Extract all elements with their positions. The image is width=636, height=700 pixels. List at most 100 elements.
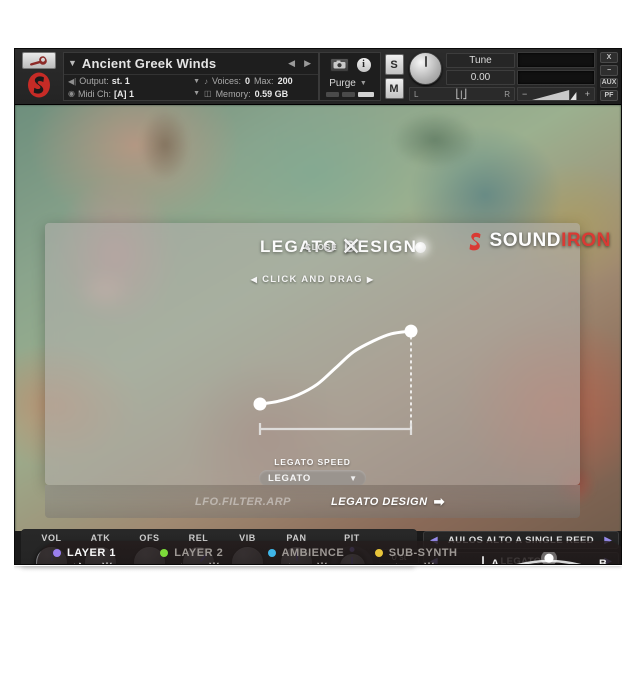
legato-link-icon[interactable] bbox=[421, 561, 441, 564]
utility-icon-row: i bbox=[329, 53, 371, 76]
solo-mute-column: S M bbox=[381, 49, 407, 104]
close-window-button[interactable]: X bbox=[600, 52, 618, 63]
legato-curve-editor[interactable] bbox=[45, 223, 580, 485]
activity-bar bbox=[342, 92, 355, 97]
legato-link-icon[interactable] bbox=[314, 561, 334, 564]
memory-icon: ◫ bbox=[204, 89, 212, 99]
activity-bars bbox=[326, 90, 374, 99]
xfade-center-label: X-FADE bbox=[506, 563, 592, 564]
layer-2-color-dot bbox=[160, 548, 169, 557]
prev-preset-icon[interactable]: ◀ bbox=[288, 58, 295, 69]
output-voices-row: ◀| Output: st. 1 ▼ ♪ Voices: 0 Max: 200 bbox=[64, 75, 318, 87]
reflection-fade-mask bbox=[14, 566, 622, 686]
layer-2-icons bbox=[160, 561, 226, 564]
layer-item-layer-2[interactable]: LAYER 2 bbox=[160, 547, 267, 564]
legato-design-modal: LEGATO DESIGN ◀ CLICK AND DRAG ▶ LEGATO … bbox=[45, 223, 580, 485]
minimize-window-button[interactable]: − bbox=[600, 64, 618, 76]
soundiron-brand: SOUNDIRON bbox=[466, 230, 611, 252]
instrument-name: Ancient Greek Winds bbox=[81, 56, 217, 72]
layer-item-sub-synth[interactable]: SUB-SYNTH bbox=[374, 546, 482, 564]
output-value: st. 1 bbox=[111, 76, 130, 87]
sub-synth-icons bbox=[375, 561, 441, 564]
instrument-name-box: ▼ Ancient Greek Winds ◀ ▶ ◀| Output: st.… bbox=[63, 52, 319, 101]
solo-button[interactable]: S bbox=[384, 54, 404, 75]
pan-left-label: L bbox=[414, 89, 419, 99]
voices-label: Voices: bbox=[212, 76, 242, 87]
layer-1-icons bbox=[53, 561, 119, 564]
legato-speed-dropdown[interactable]: LEGATO ▼ bbox=[259, 470, 366, 485]
ambience-header: AMBIENCE bbox=[267, 546, 345, 559]
speaker-on-icon[interactable] bbox=[67, 562, 86, 564]
midi-channel-field[interactable]: ◉ Midi Ch: [A] 1 ▼ bbox=[68, 89, 204, 99]
pan-handle-icon[interactable]: ⎣|⎦ bbox=[456, 89, 467, 100]
camera-icon[interactable] bbox=[329, 57, 349, 72]
curve-start-handle[interactable] bbox=[253, 397, 267, 411]
level-meters-section: − + bbox=[517, 52, 595, 102]
layer-item-layer-1[interactable]: LAYER 1 bbox=[53, 547, 160, 564]
speaker-muted-icon[interactable] bbox=[389, 562, 408, 564]
sub-synth-label: SUB-SYNTH bbox=[388, 546, 458, 559]
app-root: X-FADE ASSIGN bbox=[0, 0, 636, 700]
wrench-icon[interactable] bbox=[22, 52, 56, 69]
aux-button[interactable]: AUX bbox=[600, 77, 618, 89]
pf-button[interactable]: PF bbox=[600, 90, 618, 101]
layer-bar: LAYER 1 LAYER 2 AMBIENCE SUB-SYNTH A B bbox=[37, 541, 621, 565]
ambience-color-dot bbox=[267, 548, 276, 557]
volume-minus-label: − bbox=[522, 89, 528, 100]
next-preset-icon[interactable]: ▶ bbox=[304, 58, 311, 69]
chevron-down-icon[interactable]: ▼ bbox=[68, 59, 77, 68]
voices-icon: ♪ bbox=[204, 76, 208, 86]
soundiron-wordmark: SOUNDIRON bbox=[489, 230, 611, 252]
curve-svg[interactable] bbox=[45, 223, 580, 485]
tab-lfo-filter-arp[interactable]: LFO.FILTER.ARP bbox=[195, 496, 291, 508]
layer-1-color-dot bbox=[53, 548, 61, 557]
tune-fields: Tune 0.00 bbox=[446, 52, 515, 85]
legato-link-icon[interactable] bbox=[206, 561, 226, 564]
sub-synth-color-dot bbox=[374, 548, 383, 557]
output-dropdown-icon[interactable]: ▼ bbox=[193, 78, 204, 85]
curve-ruler bbox=[258, 423, 413, 435]
xfade-b-label: B bbox=[599, 558, 607, 565]
chevron-down-icon[interactable]: ▼ bbox=[349, 474, 357, 483]
close-icon[interactable]: ✕ bbox=[341, 235, 362, 260]
info-icon[interactable]: i bbox=[356, 57, 371, 72]
soundiron-logo-icon bbox=[466, 231, 485, 252]
volume-slider[interactable]: − + bbox=[517, 87, 595, 102]
instrument-title-row[interactable]: ▼ Ancient Greek Winds ◀ ▶ bbox=[64, 53, 318, 76]
xfade-slider[interactable]: X-FADE bbox=[506, 550, 592, 564]
preset-nav-arrows[interactable]: ◀ ▶ bbox=[288, 58, 311, 69]
curve-end-handle[interactable] bbox=[404, 324, 418, 338]
pan-slider[interactable]: L ⎣|⎦ R bbox=[409, 87, 515, 101]
mute-button[interactable]: M bbox=[384, 78, 404, 99]
xfade-divider bbox=[482, 555, 485, 564]
utility-icon-box: i Purge ▼ bbox=[319, 52, 381, 101]
brand-iron: IRON bbox=[561, 230, 611, 251]
purge-control[interactable]: Purge ▼ bbox=[329, 76, 371, 90]
legato-link-icon[interactable] bbox=[99, 561, 119, 564]
midi-dropdown-icon[interactable]: ▼ bbox=[193, 90, 204, 97]
modal-subtab-bar: LFO.FILTER.ARP LEGATO DESIGN ➡ bbox=[45, 485, 580, 518]
tune-value[interactable]: 0.00 bbox=[446, 69, 515, 85]
layer-2-header: LAYER 2 bbox=[160, 547, 223, 559]
output-field[interactable]: ◀| Output: st. 1 ▼ bbox=[68, 76, 204, 86]
speaker-muted-icon[interactable] bbox=[282, 562, 301, 564]
level-meter-left bbox=[517, 52, 595, 68]
midi-label: Midi Ch: bbox=[77, 88, 111, 99]
speaker-muted-icon[interactable] bbox=[174, 562, 193, 564]
ambience-label: AMBIENCE bbox=[281, 546, 345, 559]
brand-sound: SOUND bbox=[489, 230, 562, 251]
close-overlay-button[interactable]: CLOSE ✕ bbox=[305, 235, 362, 260]
tab-legato-design-label: LEGATO DESIGN bbox=[331, 495, 428, 508]
tab-legato-design[interactable]: LEGATO DESIGN ➡ bbox=[331, 494, 445, 510]
plugin-window: ▼ Ancient Greek Winds ◀ ▶ ◀| Output: st.… bbox=[14, 48, 622, 565]
midi-value: [A] 1 bbox=[114, 88, 134, 99]
layer-item-ambience[interactable]: AMBIENCE bbox=[267, 546, 375, 564]
voices-value: 0 bbox=[245, 76, 251, 87]
activity-bar bbox=[358, 92, 374, 97]
tune-knob[interactable] bbox=[409, 52, 442, 85]
window-reflection: X-FADE ASSIGN bbox=[14, 566, 622, 686]
modal-inner: LEGATO DESIGN ◀ CLICK AND DRAG ▶ LEGATO … bbox=[45, 223, 580, 485]
purge-dropdown-icon[interactable]: ▼ bbox=[360, 80, 371, 87]
kontakt-header: ▼ Ancient Greek Winds ◀ ▶ ◀| Output: st.… bbox=[15, 49, 621, 105]
tune-section: Tune 0.00 L ⎣|⎦ R bbox=[407, 52, 515, 101]
